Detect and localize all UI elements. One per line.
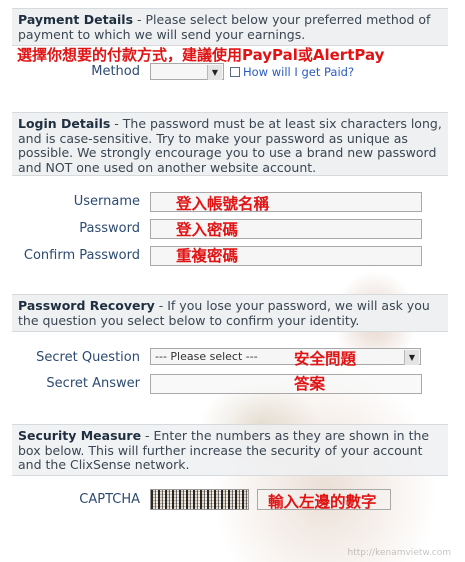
password-annotation: 登入密碼 — [176, 221, 239, 239]
password-label: Password — [79, 221, 140, 236]
payment-heading: Payment Details — [18, 12, 134, 27]
security-section-header: Security Measure - Enter the numbers as … — [12, 424, 448, 476]
how-paid-link-text: How will I get Paid? — [243, 65, 355, 79]
captcha-annotation: 輸入左邊的數字 — [268, 493, 377, 511]
how-paid-link[interactable]: How will I get Paid? — [230, 65, 354, 79]
captcha-label: CAPTCHA — [79, 492, 140, 507]
recovery-heading: Password Recovery — [18, 298, 155, 313]
chevron-down-icon: ▼ — [404, 350, 419, 365]
username-label: Username — [73, 194, 140, 209]
payment-section-header: Payment Details - Please select below yo… — [12, 8, 448, 46]
recovery-section-header: Password Recovery - If you lose your pas… — [12, 294, 448, 332]
confirm-password-label: Confirm Password — [23, 248, 140, 263]
secret-question-annotation: 安全問題 — [294, 350, 357, 368]
confirm-password-annotation: 重複密碼 — [176, 247, 239, 265]
security-heading: Security Measure — [18, 428, 142, 443]
help-icon — [230, 67, 240, 77]
secret-answer-field[interactable] — [150, 374, 422, 394]
payment-annotation: 選擇你想要的付款方式，建議使用PayPal或AlertPay — [17, 46, 385, 64]
username-annotation: 登入帳號名稱 — [176, 195, 270, 213]
secret-question-select[interactable]: --- Please select --- ▼ — [150, 348, 421, 365]
secret-question-value: --- Please select --- — [155, 350, 258, 363]
secret-answer-label: Secret Answer — [46, 376, 140, 391]
login-section-header: Login Details - The password must be at … — [12, 112, 448, 176]
secret-answer-annotation: 答案 — [294, 375, 326, 393]
captcha-image — [150, 489, 249, 510]
secret-question-label: Secret Question — [36, 350, 140, 365]
chevron-down-icon: ▼ — [207, 65, 222, 80]
method-label: Method — [91, 64, 140, 79]
watermark: http://kenamvietw.com — [347, 548, 452, 558]
method-select[interactable]: ▼ — [150, 63, 224, 80]
login-heading: Login Details — [18, 116, 111, 131]
